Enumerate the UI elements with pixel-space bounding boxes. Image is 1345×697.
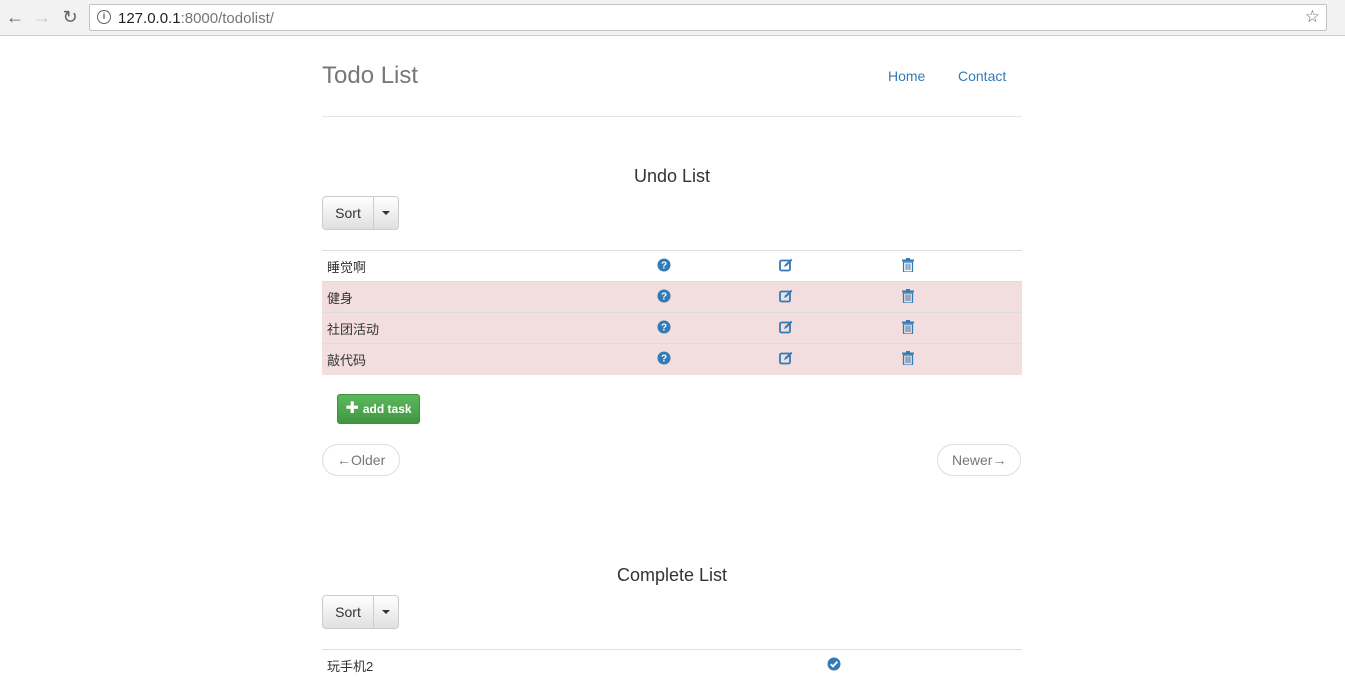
question-icon[interactable]: ? — [657, 258, 671, 275]
address-url[interactable]: 127.0.0.1:8000/todolist/ — [118, 10, 274, 27]
svg-text:?: ? — [661, 353, 667, 364]
forward-arrow-icon[interactable]: → — [32, 7, 52, 27]
edit-icon[interactable] — [779, 351, 793, 368]
task-delete-cell — [896, 312, 1022, 344]
task-row: 睡觉啊? — [322, 250, 1022, 282]
task-name: 玩手机2 — [322, 649, 822, 681]
task-info-cell: ? — [652, 343, 774, 375]
task-delete-cell — [896, 250, 1022, 282]
back-arrow-icon[interactable]: ← — [5, 7, 25, 27]
url-path: :8000/todolist/ — [180, 10, 274, 27]
nav-contact-link[interactable]: Contact — [958, 68, 1006, 84]
task-name: 睡觉啊 — [322, 250, 652, 282]
bookmark-star-icon[interactable]: ☆ — [1305, 7, 1320, 27]
undo-task-table: 睡觉啊? 健身? 社团活动? 敲代码? — [322, 250, 1022, 375]
add-task-button[interactable]: ✚ add task — [337, 394, 420, 424]
edit-icon[interactable] — [779, 289, 793, 306]
address-bar[interactable]: i 127.0.0.1:8000/todolist/ ☆ — [89, 4, 1327, 31]
browser-menu-icon[interactable]: ⋮ — [1339, 5, 1345, 21]
task-edit-cell — [774, 343, 896, 375]
task-delete-cell — [896, 281, 1022, 313]
task-edit-cell — [774, 312, 896, 344]
undo-list-title: Undo List — [633, 166, 711, 186]
edit-icon[interactable] — [779, 320, 793, 337]
check-icon[interactable] — [827, 657, 841, 674]
plus-icon: ✚ — [345, 400, 359, 417]
task-info-cell: ? — [652, 281, 774, 313]
trash-icon[interactable] — [901, 288, 915, 306]
question-icon[interactable]: ? — [657, 351, 671, 368]
url-host: 127.0.0.1 — [118, 10, 181, 27]
complete-sort-group: Sort — [322, 595, 399, 629]
question-icon[interactable]: ? — [657, 289, 671, 306]
undo-sort-group: Sort — [322, 196, 399, 230]
task-edit-cell — [774, 281, 896, 313]
task-info-cell: ? — [652, 312, 774, 344]
task-name: 健身 — [322, 281, 652, 313]
brand-title: Todo List — [322, 62, 419, 89]
task-done-cell — [822, 649, 1022, 681]
reload-icon[interactable]: ↻ — [60, 7, 80, 27]
task-name: 敲代码 — [322, 343, 652, 375]
trash-icon[interactable] — [901, 257, 915, 275]
caret-down-icon — [382, 610, 390, 614]
complete-task-table: 玩手机2 — [322, 649, 1022, 681]
complete-list-title: Complete List — [616, 565, 728, 585]
edit-icon[interactable] — [779, 258, 793, 275]
nav-home-link[interactable]: Home — [888, 68, 925, 84]
browser-toolbar: ← → ↻ i 127.0.0.1:8000/todolist/ ☆ ⋮ — [0, 0, 1345, 36]
page-container: Todo List Home Contact — [322, 36, 1022, 117]
undo-sort-dropdown-toggle[interactable] — [374, 196, 399, 230]
add-task-label: add task — [362, 402, 412, 416]
task-row: 敲代码? — [322, 343, 1022, 375]
site-info-icon[interactable]: i — [97, 10, 111, 24]
task-row: 社团活动? — [322, 312, 1022, 344]
task-delete-cell — [896, 343, 1022, 375]
question-icon[interactable]: ? — [657, 320, 671, 337]
caret-down-icon — [382, 211, 390, 215]
svg-text:?: ? — [661, 260, 667, 271]
task-name: 社团活动 — [322, 312, 652, 344]
page-header: Todo List Home Contact — [322, 36, 1022, 117]
svg-text:?: ? — [661, 322, 667, 333]
trash-icon[interactable] — [901, 350, 915, 368]
complete-sort-button[interactable]: Sort — [322, 595, 374, 629]
task-info-cell: ? — [652, 250, 774, 282]
older-page-button[interactable]: ←Older — [322, 444, 401, 476]
task-edit-cell — [774, 250, 896, 282]
complete-sort-dropdown-toggle[interactable] — [374, 595, 399, 629]
task-row: 健身? — [322, 281, 1022, 313]
newer-page-button[interactable]: Newer→ — [937, 444, 1022, 476]
svg-text:?: ? — [661, 291, 667, 302]
trash-icon[interactable] — [901, 319, 915, 337]
completed-task-row: 玩手机2 — [322, 649, 1022, 681]
undo-sort-button[interactable]: Sort — [322, 196, 374, 230]
